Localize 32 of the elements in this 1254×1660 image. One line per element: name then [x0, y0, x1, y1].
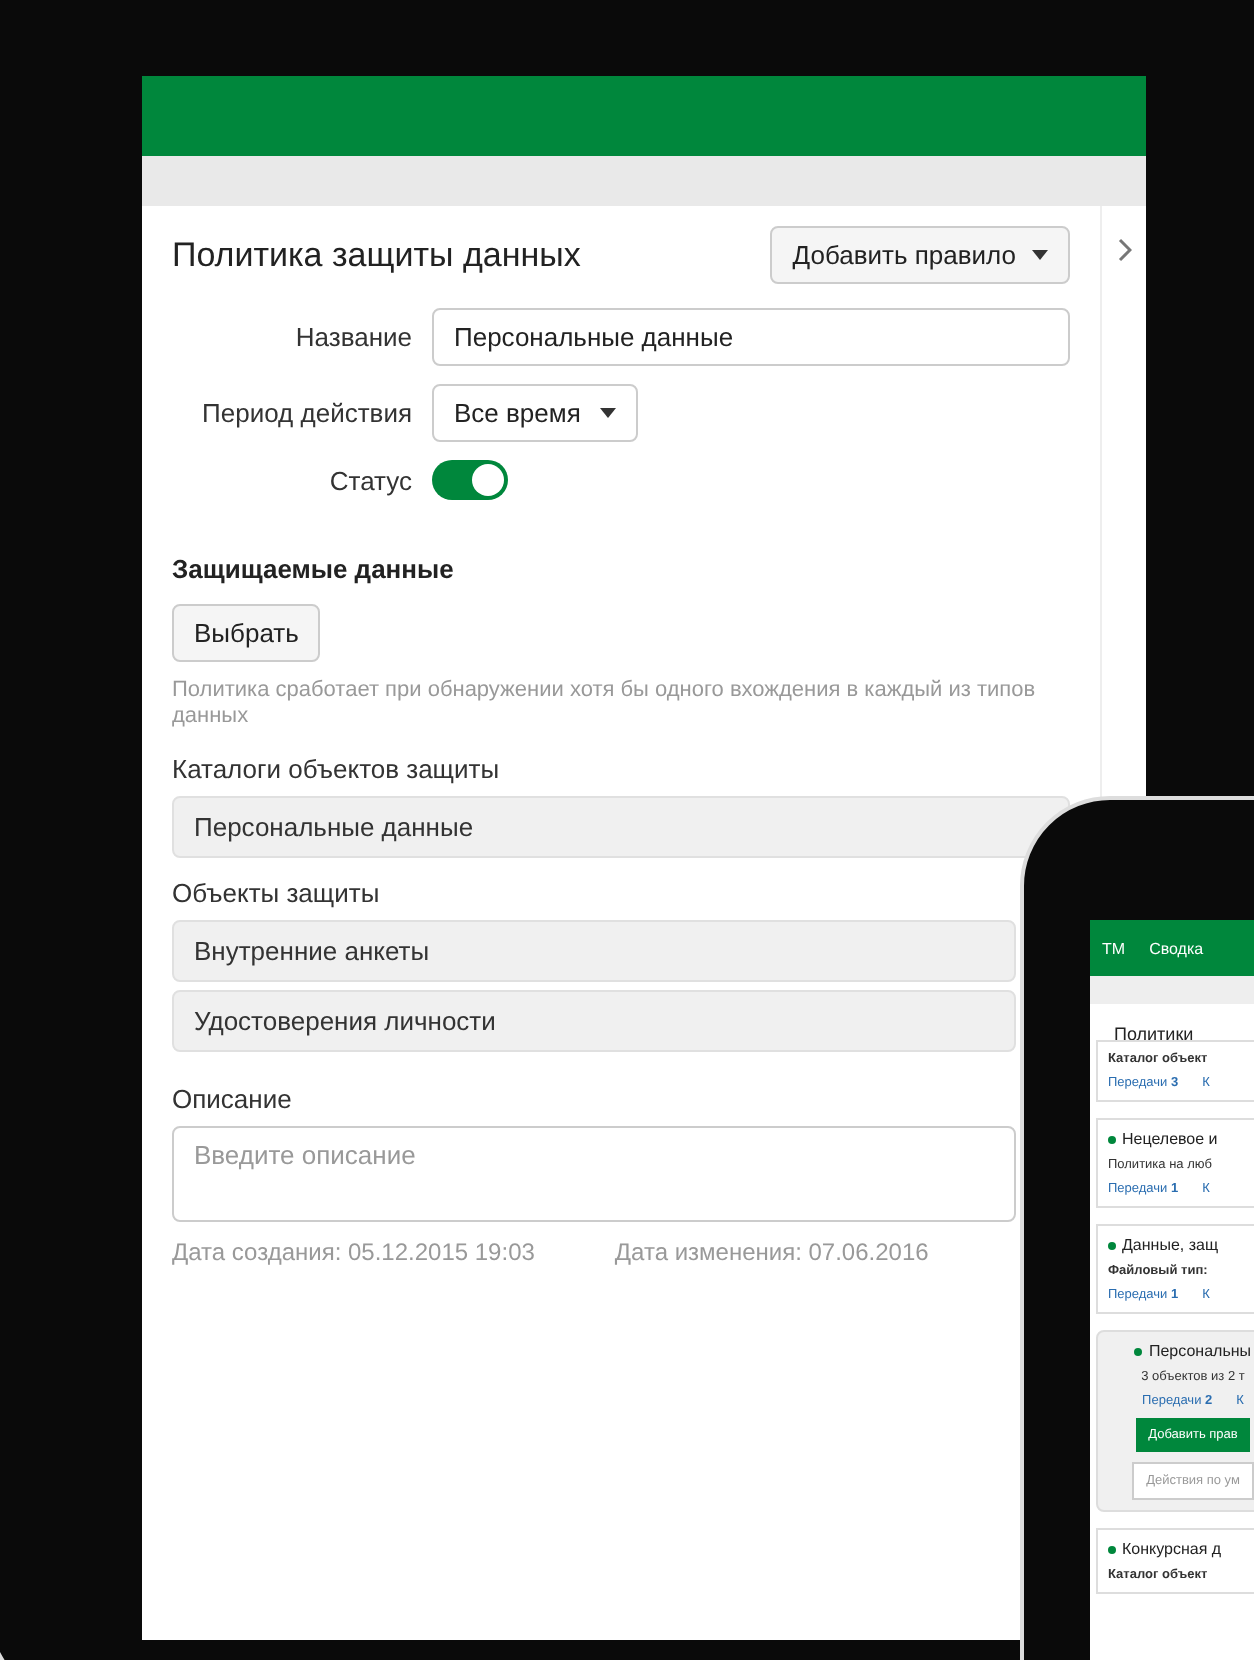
- list-item[interactable]: Внутренние анкеты: [172, 920, 1016, 983]
- period-dropdown[interactable]: Все время: [432, 384, 639, 442]
- list-item[interactable]: Персональные данные: [172, 796, 1070, 859]
- description-label: Описание: [172, 1084, 294, 1115]
- caret-icon: [1032, 250, 1048, 260]
- field-label: Статус: [327, 465, 412, 495]
- chevron-right-icon[interactable]: [1117, 238, 1131, 262]
- field-label: Название: [293, 322, 412, 352]
- status-dot: [1134, 1347, 1143, 1355]
- section-heading: Защищаемые данные: [172, 554, 456, 584]
- card-title: Конкурсная д: [1122, 1540, 1222, 1558]
- status-dot: [1108, 1135, 1116, 1143]
- status-dot: [1108, 1241, 1116, 1249]
- group-label: Каталоги объектов защиты: [172, 754, 502, 785]
- name-field[interactable]: Персональные данные: [432, 308, 1070, 366]
- card-title: Данные, защ: [1122, 1236, 1219, 1254]
- logo: ТМ: [1102, 939, 1126, 957]
- card-title: Персональны: [1148, 1342, 1252, 1360]
- created-date: Дата создания: 05.12.2015 19:03: [172, 1238, 535, 1267]
- modified-date: Дата изменения: 07.06.2016: [614, 1238, 929, 1267]
- page-title: Политика защиты данных: [172, 235, 581, 275]
- list-item[interactable]: Удостоверения личности: [172, 990, 1016, 1053]
- field-label: Период действия: [200, 398, 412, 428]
- choose-button[interactable]: Выбрать: [172, 604, 321, 662]
- add-rule-button[interactable]: Добавить правило: [770, 226, 1070, 284]
- hint-text: Политика сработает при обнаружении хотя бы одного вхождения в каждый из типов данных: [172, 678, 1038, 731]
- caret-icon: [600, 408, 617, 418]
- nav-item[interactable]: Сводка: [1149, 939, 1204, 957]
- status-toggle[interactable]: [432, 460, 508, 500]
- group-label: Объекты защиты: [172, 878, 382, 909]
- card-title: Нецелевое и: [1122, 1130, 1218, 1148]
- status-dot: [1108, 1545, 1116, 1553]
